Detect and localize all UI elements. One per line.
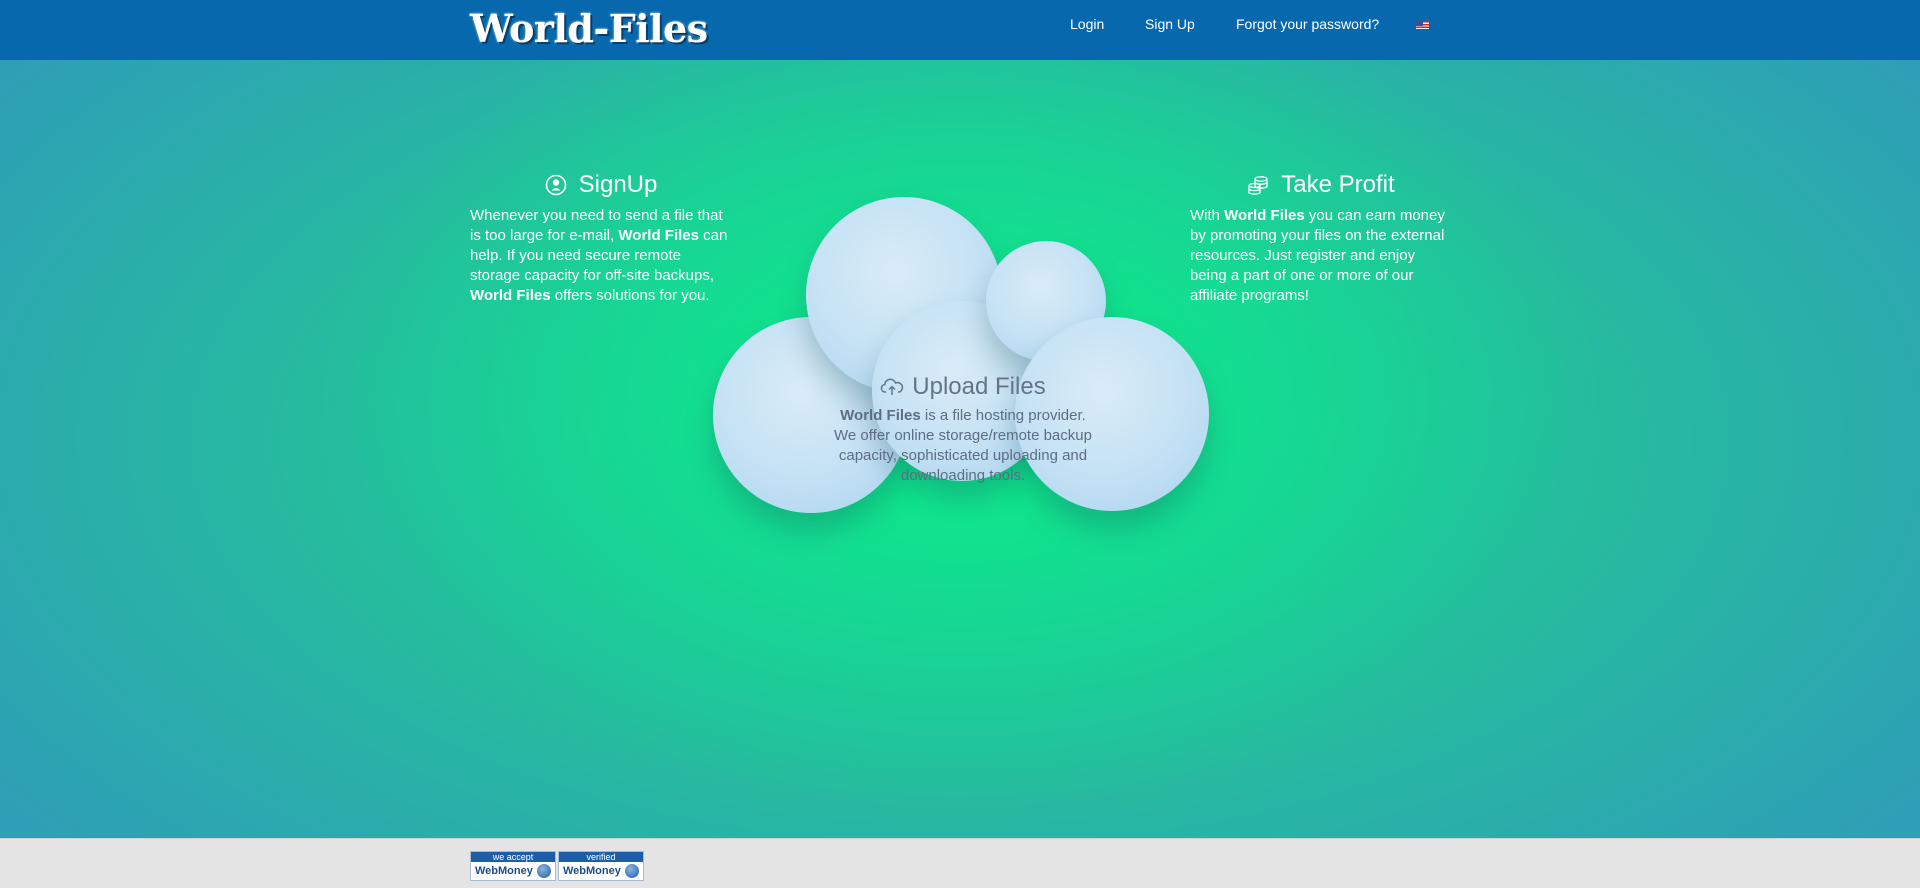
profit-feature-title: Take Profit <box>1281 171 1395 198</box>
signup-feature: SignUp Whenever you need to send a file … <box>470 170 732 306</box>
webmoney-verified-badge[interactable]: verified WebMoney <box>558 851 644 881</box>
profit-feature-text: With World Files you can earn money by p… <box>1190 207 1445 304</box>
brand-name: World Files <box>618 227 699 244</box>
site-header: World-Files Login Sign Up Forgot your pa… <box>0 0 1920 60</box>
signup-link[interactable]: Sign Up <box>1145 14 1195 34</box>
forgot-password-link[interactable]: Forgot your password? <box>1236 14 1379 34</box>
user-icon <box>545 174 566 196</box>
webmoney-globe-icon <box>537 864 551 878</box>
hero-section: SignUp Whenever you need to send a file … <box>0 60 1920 838</box>
brand-name: World Files <box>470 287 551 304</box>
brand-name: World Files <box>840 407 921 424</box>
upload-cloud: Upload Files World Files is a file hosti… <box>713 197 1209 527</box>
webmoney-accept-badge[interactable]: we accept WebMoney <box>470 851 556 881</box>
cloud-upload-icon <box>881 378 904 395</box>
site-footer: we accept WebMoney verified WebMoney <box>0 838 1920 888</box>
upload-feature: Upload Files World Files is a file hosti… <box>828 372 1098 486</box>
signup-feature-title: SignUp <box>578 171 658 198</box>
us-flag-icon[interactable] <box>1415 20 1430 30</box>
login-link[interactable]: Login <box>1070 14 1104 34</box>
brand-name: World Files <box>1224 207 1305 224</box>
upload-feature-title: Upload Files <box>912 373 1046 400</box>
coins-icon <box>1248 176 1268 195</box>
site-logo[interactable]: World-Files <box>470 6 708 52</box>
profit-feature: Take Profit With World Files you can ear… <box>1190 170 1452 306</box>
webmoney-globe-icon <box>625 864 639 878</box>
signup-feature-text: Whenever you need to send a file that is… <box>470 207 728 304</box>
upload-feature-text: World Files is a file hosting provider. … <box>834 407 1092 484</box>
